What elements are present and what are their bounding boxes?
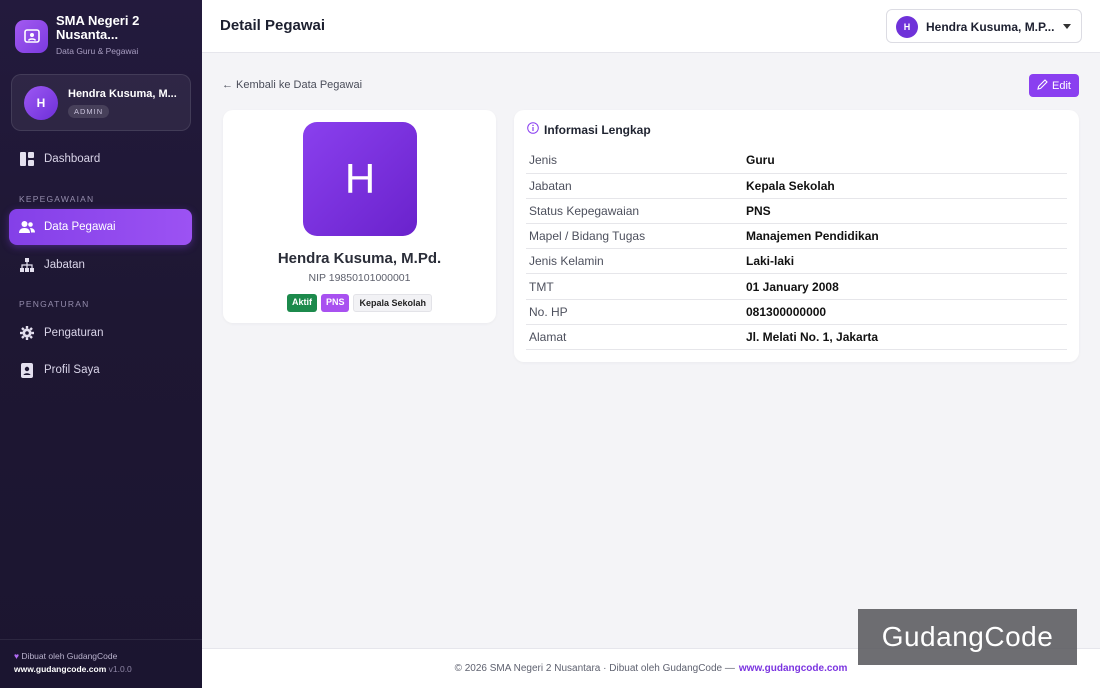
edit-button[interactable]: Edit [1029, 74, 1079, 97]
field-value: Manajemen Pendidikan [743, 223, 1067, 250]
profile-card: H Hendra Kusuma, M.Pd. NIP 1985010100000… [223, 110, 496, 323]
role-badge: ADMIN [68, 105, 110, 118]
sitemap-icon [19, 257, 35, 273]
field-value: Laki-laki [743, 248, 1067, 275]
sidebar-site: www.gudangcode.com v1.0.0 [14, 664, 132, 674]
status-badge: Aktif [286, 294, 317, 312]
info-icon [527, 122, 539, 137]
profile-nip: NIP 19850101000001 [308, 272, 411, 284]
table-row: TMT 01 January 2008 [526, 273, 1067, 300]
table-row: Jenis Guru [526, 148, 1067, 174]
sidebar-credit: ♥ Dibuat oleh GudangCode [14, 651, 117, 661]
table-row: Alamat Jl. Melati No. 1, Jakarta [526, 324, 1067, 351]
back-link[interactable]: ← Kembali ke Data Pegawai [222, 79, 362, 91]
brand-logo-icon [15, 20, 48, 53]
sidebar-footer: ♥ Dibuat oleh GudangCode www.gudangcode.… [0, 639, 202, 688]
footer-text: © 2026 SMA Negeri 2 Nusantara · Dibuat o… [454, 663, 735, 674]
sidebar-item-label: Profil Saya [44, 364, 100, 376]
user-menu-name: Hendra Kusuma, M.P... [926, 20, 1055, 34]
page-title: Detail Pegawai [220, 17, 326, 34]
sidebar: SMA Negeri 2 Nusanta... Data Guru & Pega… [0, 0, 202, 688]
field-label: Jenis Kelamin [526, 248, 743, 275]
users-icon [19, 219, 35, 235]
sidebar-item-data-pegawai[interactable]: Data Pegawai [9, 209, 192, 245]
brand-title: SMA Negeri 2 Nusanta... [56, 13, 140, 42]
table-row: No. HP 081300000000 [526, 299, 1067, 325]
avatar: H [24, 86, 58, 120]
sidebar-item-label: Dashboard [44, 153, 101, 165]
profile-name: Hendra Kusuma, M.Pd. [277, 250, 442, 267]
sidebar-user-card[interactable]: H Hendra Kusuma, M... ADMIN [11, 74, 191, 131]
version-label: v1.0.0 [108, 664, 132, 674]
field-label: TMT [526, 273, 743, 300]
sidebar-item-label: Pengaturan [44, 327, 104, 339]
footer-link[interactable]: www.gudangcode.com [739, 663, 848, 674]
sidebar-item-profil[interactable]: Profil Saya [9, 352, 192, 388]
brand[interactable]: SMA Negeri 2 Nusanta... Data Guru & Pega… [15, 14, 195, 64]
info-card: Informasi Lengkap Jenis Guru Jabatan Kepal… [514, 110, 1079, 362]
field-value: 081300000000 [743, 299, 1067, 325]
nav-section-kepegawaian: KEPEGAWAIAN [19, 194, 95, 204]
sidebar-item-label: Data Pegawai [44, 221, 116, 233]
gear-icon [19, 325, 35, 341]
field-value: Guru [743, 148, 1067, 174]
table-row: Jabatan Kepala Sekolah [526, 173, 1067, 199]
watermark: GudangCode [858, 609, 1077, 665]
user-menu-dropdown[interactable]: H Hendra Kusuma, M.P... [886, 9, 1082, 43]
table-row: Jenis Kelamin Laki-laki [526, 248, 1067, 275]
field-label: Jabatan [526, 173, 743, 199]
sidebar-credit-text: Dibuat oleh GudangCode [21, 651, 118, 661]
profile-badges: Aktif PNS Kepala Sekolah [223, 294, 496, 312]
field-label: Mapel / Bidang Tugas [526, 223, 743, 250]
field-value: PNS [743, 198, 1067, 225]
sidebar-item-jabatan[interactable]: Jabatan [9, 247, 192, 283]
sidebar-user-name: Hendra Kusuma, M... [68, 88, 177, 100]
table-row: Mapel / Bidang Tugas Manajemen Pendidikan [526, 223, 1067, 250]
table-row: Status Kepegawaian PNS [526, 198, 1067, 225]
employment-badge: PNS [320, 294, 350, 312]
field-value: Kepala Sekolah [743, 173, 1067, 199]
sidebar-site-link[interactable]: www.gudangcode.com [14, 664, 106, 674]
top-header: Detail Pegawai H Hendra Kusuma, M.P... [202, 0, 1100, 53]
info-title: Informasi Lengkap [527, 122, 651, 137]
nav-section-pengaturan: PENGATURAN [19, 299, 90, 309]
avatar: H [896, 16, 918, 38]
field-value: 01 January 2008 [743, 273, 1067, 300]
sidebar-item-label: Jabatan [44, 259, 85, 271]
dashboard-icon [19, 151, 35, 167]
caret-down-icon [1063, 24, 1071, 29]
pencil-icon [1037, 78, 1048, 93]
edit-button-label: Edit [1052, 79, 1071, 92]
heart-icon: ♥ [14, 651, 20, 661]
info-title-text: Informasi Lengkap [544, 122, 651, 137]
brand-subtitle: Data Guru & Pegawai [56, 46, 139, 56]
sidebar-item-dashboard[interactable]: Dashboard [9, 141, 192, 177]
field-label: Status Kepegawaian [526, 198, 743, 225]
id-badge-icon [19, 362, 35, 378]
info-table: Jenis Guru Jabatan Kepala Sekolah Status K… [526, 148, 1067, 351]
field-value: Jl. Melati No. 1, Jakarta [743, 324, 1067, 351]
position-badge: Kepala Sekolah [353, 294, 433, 312]
field-label: No. HP [526, 299, 743, 325]
field-label: Jenis [526, 148, 743, 174]
profile-avatar: H [303, 122, 417, 236]
sidebar-item-pengaturan[interactable]: Pengaturan [9, 315, 192, 351]
field-label: Alamat [526, 324, 743, 351]
